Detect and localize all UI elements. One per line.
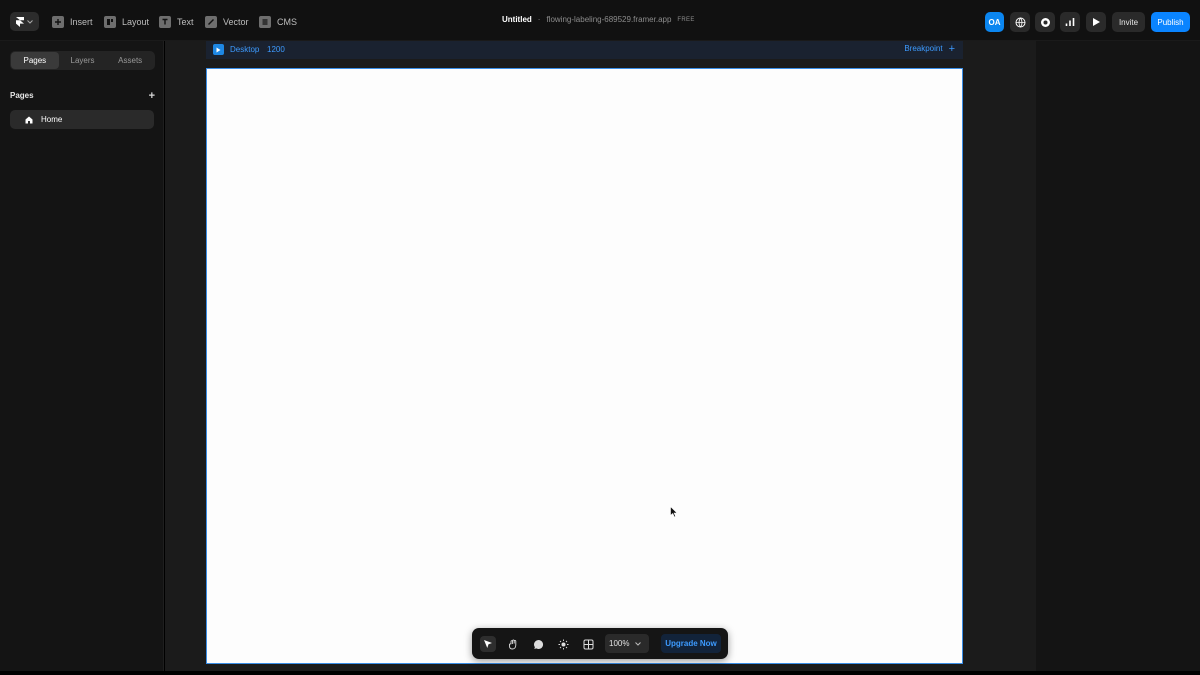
chevron-down-icon bbox=[635, 641, 642, 646]
cms-button[interactable]: CMS bbox=[259, 13, 297, 30]
top-toolbar: Insert Layout Text Vector CMS Untitled ·… bbox=[0, 0, 1200, 41]
globe-button[interactable] bbox=[1010, 12, 1030, 32]
comment-icon bbox=[533, 639, 543, 649]
breakpoint-label: Breakpoint bbox=[904, 44, 943, 53]
hand-tool-button[interactable] bbox=[505, 636, 521, 652]
bar-chart-icon bbox=[1065, 18, 1075, 26]
layout-button[interactable]: Layout bbox=[104, 13, 149, 30]
tab-layers[interactable]: Layers bbox=[59, 52, 107, 69]
add-page-button[interactable]: + bbox=[149, 90, 155, 101]
layout-label: Layout bbox=[122, 16, 150, 27]
theme-toggle-button[interactable] bbox=[555, 636, 571, 652]
database-icon bbox=[259, 15, 271, 28]
text-label: Text bbox=[177, 16, 194, 27]
tab-assets[interactable]: Assets bbox=[106, 52, 154, 69]
chevron-down-icon bbox=[27, 19, 33, 24]
title-separator: · bbox=[537, 15, 541, 24]
cms-label: CMS bbox=[277, 16, 297, 27]
comment-tool-button[interactable] bbox=[530, 636, 546, 652]
pen-icon bbox=[205, 15, 217, 28]
zoom-select[interactable]: 100% bbox=[605, 634, 649, 653]
framer-menu-button[interactable] bbox=[10, 12, 39, 31]
insert-button[interactable]: Insert bbox=[52, 13, 93, 30]
canvas-toolbar: 100% Upgrade Now bbox=[472, 628, 728, 659]
publish-button[interactable]: Publish bbox=[1151, 12, 1190, 32]
text-button[interactable]: Text bbox=[159, 13, 194, 30]
right-panel bbox=[1036, 41, 1200, 671]
plus-square-icon bbox=[52, 15, 64, 28]
user-avatar[interactable]: OA bbox=[985, 12, 1004, 32]
left-panel: Pages Layers Assets Pages + Home bbox=[0, 41, 164, 671]
play-icon bbox=[216, 47, 221, 52]
framer-logo-icon bbox=[16, 16, 24, 27]
vector-label: Vector bbox=[223, 16, 249, 27]
record-icon bbox=[1040, 17, 1050, 27]
sun-icon bbox=[558, 639, 568, 649]
project-name: Untitled bbox=[502, 15, 532, 24]
grid-tool-button[interactable] bbox=[580, 636, 596, 652]
globe-icon bbox=[1015, 17, 1025, 27]
desktop-artboard[interactable] bbox=[206, 68, 963, 664]
play-icon bbox=[1092, 18, 1100, 26]
preview-button[interactable] bbox=[1086, 12, 1106, 32]
pages-section-title: Pages bbox=[10, 91, 34, 100]
frame-width: 1200 bbox=[267, 45, 285, 54]
invite-button[interactable]: Invite bbox=[1112, 12, 1145, 32]
hand-icon bbox=[508, 638, 516, 649]
select-arrow-icon bbox=[484, 640, 492, 648]
add-breakpoint-button[interactable]: + bbox=[949, 43, 955, 54]
home-icon bbox=[25, 116, 33, 123]
panel-tabs: Pages Layers Assets bbox=[10, 51, 155, 70]
mouse-cursor-icon bbox=[670, 506, 678, 518]
breakpoint-control[interactable]: Breakpoint + bbox=[904, 43, 955, 54]
frame-name[interactable]: Desktop bbox=[230, 45, 259, 54]
tab-pages[interactable]: Pages bbox=[11, 52, 59, 69]
frame-header[interactable]: Desktop 1200 Breakpoint + bbox=[206, 41, 963, 59]
zoom-value: 100% bbox=[609, 639, 630, 648]
frame-preview-button[interactable] bbox=[213, 44, 224, 55]
grid-icon bbox=[583, 639, 593, 649]
page-item-home[interactable]: Home bbox=[10, 110, 154, 129]
analytics-button[interactable] bbox=[1060, 12, 1080, 32]
pages-section-header: Pages + bbox=[10, 90, 155, 101]
layout-icon bbox=[104, 15, 116, 28]
record-button[interactable] bbox=[1035, 12, 1055, 32]
page-item-label: Home bbox=[41, 115, 63, 124]
project-url: flowing-labeling-689529.framer.app bbox=[546, 15, 672, 24]
insert-label: Insert bbox=[70, 16, 93, 27]
project-title[interactable]: Untitled · flowing-labeling-689529.frame… bbox=[502, 15, 695, 24]
plan-badge: FREE bbox=[677, 16, 695, 23]
select-tool-button[interactable] bbox=[480, 636, 496, 652]
text-icon bbox=[159, 15, 171, 28]
upgrade-now-button[interactable]: Upgrade Now bbox=[661, 634, 721, 653]
vector-button[interactable]: Vector bbox=[205, 13, 249, 30]
